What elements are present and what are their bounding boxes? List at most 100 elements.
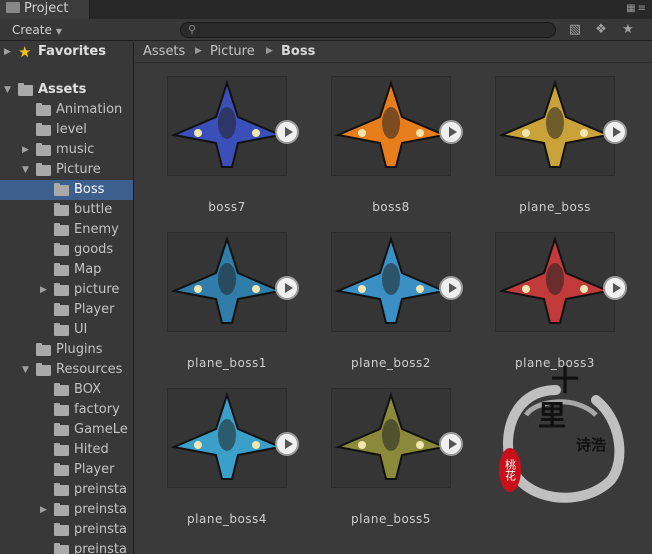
breadcrumb-item[interactable]: Picture [210, 44, 255, 59]
filter-icon[interactable]: ▧ [566, 22, 584, 38]
tree-item[interactable]: buttle [0, 200, 133, 220]
toolbar: Create ▼ ⚲ ▧ ❖ ★ [0, 19, 652, 41]
expand-arrow-icon[interactable]: ▶ [40, 500, 52, 520]
tree-item[interactable]: ▼ Resources [0, 360, 133, 380]
play-icon[interactable] [603, 276, 627, 300]
asset-tile[interactable]: plane_boss [495, 76, 627, 226]
tree-label: Picture [56, 162, 101, 177]
plane-sprite-image [334, 79, 448, 168]
asset-thumbnail[interactable] [331, 232, 451, 332]
asset-thumbnail[interactable] [167, 388, 287, 488]
breadcrumb-item-current[interactable]: Boss [281, 44, 315, 59]
asset-name: plane_boss [519, 200, 591, 214]
asset-tile[interactable]: plane_boss4 [167, 388, 299, 538]
asset-thumbnail[interactable] [167, 76, 287, 176]
tree-item[interactable]: preinsta [0, 520, 133, 540]
tree-item[interactable]: Player [0, 460, 133, 480]
tree-label: BOX [74, 382, 101, 397]
tree-label: preinsta [74, 522, 127, 537]
folder-icon [54, 263, 69, 276]
collapse-arrow-icon[interactable]: ▼ [4, 80, 16, 100]
star-icon[interactable]: ★ [619, 22, 637, 38]
play-icon[interactable] [439, 432, 463, 456]
breadcrumb-separator-icon: ▶ [195, 46, 202, 56]
tree-label: factory [74, 402, 120, 417]
collapse-arrow-icon[interactable]: ▼ [22, 360, 34, 380]
star-icon: ★ [18, 43, 32, 61]
asset-tile[interactable]: boss8 [331, 76, 463, 226]
expand-arrow-icon[interactable]: ▶ [4, 42, 16, 62]
watermark-char: 里 [538, 399, 566, 432]
search-input[interactable] [201, 23, 541, 37]
asset-tile[interactable]: plane_boss1 [167, 232, 299, 382]
menu-icon[interactable]: ≡ [638, 3, 648, 14]
tree-item[interactable]: GameLe [0, 420, 133, 440]
asset-tile[interactable]: boss7 [167, 76, 299, 226]
plane-sprite-image [334, 235, 448, 324]
create-button[interactable]: Create ▼ [4, 22, 74, 38]
tree-label: Boss [74, 182, 105, 197]
tree-item[interactable]: Map [0, 260, 133, 280]
play-icon[interactable] [275, 120, 299, 144]
tree-label: music [56, 142, 95, 157]
expand-arrow-icon[interactable]: ▶ [40, 280, 52, 300]
asset-name: plane_boss1 [187, 356, 267, 370]
asset-tile[interactable]: plane_boss2 [331, 232, 463, 382]
tree-item[interactable]: level [0, 120, 133, 140]
tree-item[interactable]: ▶ music [0, 140, 133, 160]
folder-icon [36, 123, 51, 136]
asset-tile[interactable]: plane_boss5 [331, 388, 463, 538]
tree-item[interactable]: ▼ Assets [0, 80, 133, 100]
folder-icon [54, 443, 69, 456]
play-icon[interactable] [603, 120, 627, 144]
tree-item[interactable]: goods [0, 240, 133, 260]
tree-item[interactable]: preinsta [0, 540, 133, 554]
tab-project[interactable]: Project [0, 0, 90, 19]
play-icon[interactable] [439, 276, 463, 300]
tree-item[interactable]: BOX [0, 380, 133, 400]
asset-thumbnail[interactable] [495, 76, 615, 176]
folder-icon [54, 323, 69, 336]
expand-arrow-icon[interactable]: ▶ [22, 140, 34, 160]
tree-item[interactable]: UI [0, 320, 133, 340]
play-icon[interactable] [275, 432, 299, 456]
collapse-arrow-icon[interactable]: ▼ [22, 160, 34, 180]
tree-label: Favorites [38, 44, 106, 59]
tree-item[interactable]: Animation [0, 100, 133, 120]
search-field[interactable]: ⚲ [180, 22, 556, 38]
tree-item[interactable]: factory [0, 400, 133, 420]
tree-item[interactable]: Boss [0, 180, 133, 200]
asset-thumbnail[interactable] [167, 232, 287, 332]
tree-item[interactable]: Plugins [0, 340, 133, 360]
asset-thumbnail[interactable] [495, 232, 615, 332]
lock-icon[interactable]: ▦ [626, 3, 637, 14]
project-icon [6, 2, 20, 13]
tree-item[interactable]: Hited [0, 440, 133, 460]
search-icon: ⚲ [188, 23, 197, 36]
play-icon[interactable] [439, 120, 463, 144]
tree-label: Player [74, 462, 115, 477]
play-icon[interactable] [275, 276, 299, 300]
tree-label: Plugins [56, 342, 103, 357]
folder-icon [54, 243, 69, 256]
breadcrumb-item[interactable]: Assets [143, 44, 185, 59]
folder-icon [54, 183, 69, 196]
tree-label: preinsta [74, 482, 127, 497]
tree-item[interactable]: ▶ preinsta [0, 500, 133, 520]
label-icon[interactable]: ❖ [592, 22, 610, 38]
asset-thumbnail[interactable] [331, 76, 451, 176]
tree-item[interactable]: preinsta [0, 480, 133, 500]
folder-icon [54, 403, 69, 416]
folder-icon [54, 423, 69, 436]
breadcrumb: Assets ▶ Picture ▶ Boss [135, 42, 652, 63]
tree-item[interactable]: Enemy [0, 220, 133, 240]
tree-label: UI [74, 322, 88, 337]
create-label: Create [12, 23, 52, 37]
tree-item-favorites[interactable]: ▶ ★ Favorites [0, 42, 133, 62]
asset-thumbnail[interactable] [331, 388, 451, 488]
tree-item[interactable]: ▶ picture [0, 280, 133, 300]
tree-item[interactable]: ▼ Picture [0, 160, 133, 180]
tree-item[interactable]: Player [0, 300, 133, 320]
tree-label: picture [74, 282, 120, 297]
window-controls[interactable]: ▦≡ [626, 3, 648, 14]
